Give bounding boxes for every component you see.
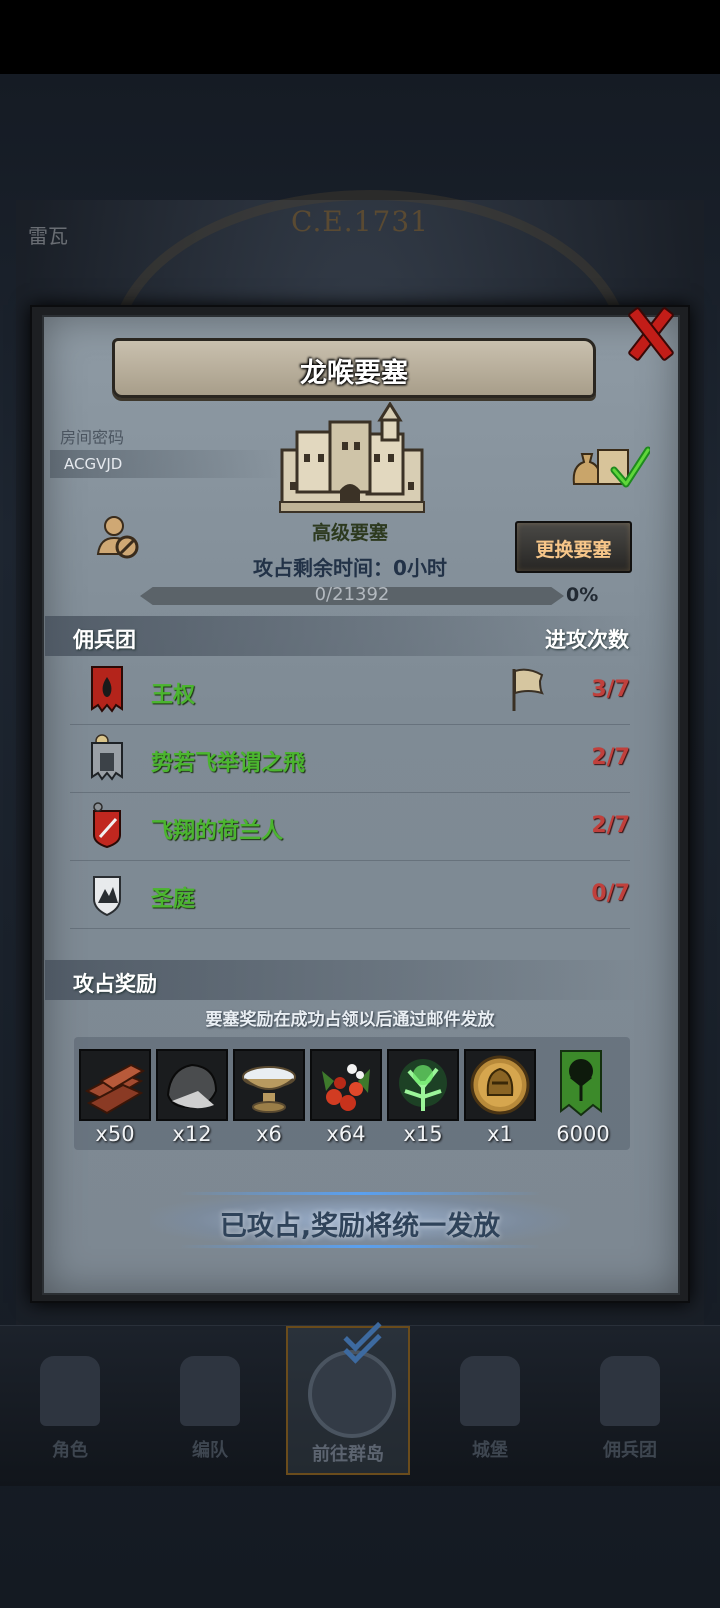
mercenary-name: 圣庭 bbox=[151, 887, 196, 912]
fortress-type: 高级要塞 bbox=[311, 522, 388, 544]
nav-castle[interactable]: 城堡 bbox=[430, 1346, 550, 1471]
helmet-icon bbox=[180, 1356, 240, 1426]
nav-mercenary[interactable]: 佣兵团 bbox=[570, 1346, 690, 1471]
green-crystal-tree-icon bbox=[387, 1049, 459, 1121]
berries-icon bbox=[310, 1049, 382, 1121]
nav-label: 角色 bbox=[52, 1440, 88, 1461]
room-code: ACGVJD bbox=[64, 455, 123, 473]
nav-label: 编队 bbox=[192, 1440, 228, 1461]
attack-count: 3/7 bbox=[591, 677, 630, 702]
dialog-title: 龙喉要塞 bbox=[300, 358, 408, 389]
grey-tower-banner-icon bbox=[91, 734, 123, 781]
reward-item[interactable]: x12 bbox=[156, 1049, 228, 1153]
nav-label: 城堡 bbox=[472, 1440, 508, 1461]
attack-count: 0/7 bbox=[591, 881, 630, 906]
city-label: 雷瓦 bbox=[28, 224, 68, 248]
compass-icon bbox=[308, 1350, 396, 1438]
attack-count-header: 进攻次数 bbox=[545, 628, 629, 652]
close-button[interactable] bbox=[620, 300, 676, 362]
mercenary-icon bbox=[600, 1356, 660, 1426]
knight-icon bbox=[40, 1356, 100, 1426]
nav-label: 佣兵团 bbox=[603, 1440, 657, 1461]
reward-note: 要塞奖励在成功占领以后通过邮件发放 bbox=[205, 1010, 495, 1030]
reward-quantity: x12 bbox=[172, 1122, 212, 1146]
claim-glow-line bbox=[180, 1192, 540, 1195]
no-user-icon[interactable] bbox=[96, 514, 140, 560]
reward-item[interactable]: x6 bbox=[233, 1049, 305, 1153]
mercenary-section-title: 佣兵团 bbox=[73, 628, 136, 652]
mercenary-row[interactable]: 王权 3/7 bbox=[70, 657, 630, 725]
room-password-label: 房间密码 bbox=[60, 428, 125, 447]
mercenary-row[interactable]: 圣庭 0/7 bbox=[70, 861, 630, 929]
nav-character[interactable]: 角色 bbox=[10, 1346, 130, 1471]
reward-quantity: 6000 bbox=[556, 1122, 610, 1146]
reward-item[interactable]: 6000 bbox=[547, 1049, 619, 1153]
red-shield-sword-icon bbox=[93, 802, 121, 849]
mercenary-name: 势若飞举谓之飛 bbox=[151, 751, 306, 776]
reward-section-header: 攻占奖励 bbox=[45, 960, 645, 1000]
claim-status-text: 已攻占,奖励将统一发放 bbox=[219, 1211, 501, 1242]
year-label: C.E.1731 bbox=[291, 205, 429, 238]
mercenary-name: 飞翔的荷兰人 bbox=[151, 819, 284, 844]
reward-quantity: x50 bbox=[95, 1122, 135, 1146]
reward-item[interactable]: x50 bbox=[79, 1049, 151, 1153]
reward-item[interactable]: x64 bbox=[310, 1049, 382, 1153]
wood-logs-icon bbox=[79, 1049, 151, 1121]
reward-item[interactable]: x15 bbox=[387, 1049, 459, 1153]
mercenary-section-header: 佣兵团 进攻次数 bbox=[45, 616, 645, 656]
white-mountain-shield-icon bbox=[93, 876, 121, 917]
attack-count: 2/7 bbox=[591, 745, 630, 770]
reward-section-title: 攻占奖励 bbox=[73, 972, 157, 996]
attack-count: 2/7 bbox=[591, 813, 630, 838]
nav-formation[interactable]: 编队 bbox=[150, 1346, 270, 1471]
change-fortress-button[interactable]: 更换要塞 bbox=[515, 521, 632, 573]
flag-icon bbox=[512, 668, 544, 711]
mercenary-row[interactable]: 势若飞举谓之飛 2/7 bbox=[70, 725, 630, 793]
room-code-bar: ACGVJD bbox=[50, 450, 280, 478]
claim-status-bar: 已攻占,奖励将统一发放 bbox=[150, 1192, 570, 1248]
mercenary-row[interactable]: 飞翔的荷兰人 2/7 bbox=[70, 793, 630, 861]
reward-quantity: x1 bbox=[487, 1122, 513, 1146]
status-bar bbox=[0, 0, 720, 74]
stone-icon bbox=[156, 1049, 228, 1121]
green-tree-banner-icon bbox=[560, 1050, 602, 1117]
claim-glow-line bbox=[180, 1245, 540, 1248]
castle-icon bbox=[279, 402, 425, 513]
reward-quantity: x15 bbox=[403, 1122, 443, 1146]
salt-bowl-icon bbox=[233, 1049, 305, 1121]
chevron-down-icon bbox=[340, 1330, 380, 1360]
nav-label: 前往群岛 bbox=[312, 1444, 384, 1465]
title-banner: 龙喉要塞 bbox=[112, 338, 596, 398]
progress-percent: 0% bbox=[566, 584, 599, 606]
progress-text: 0/21392 bbox=[314, 584, 390, 605]
reward-quantity: x6 bbox=[256, 1122, 282, 1146]
change-fortress-label: 更换要塞 bbox=[535, 539, 612, 561]
mercenary-name: 王权 bbox=[151, 683, 196, 708]
castle-icon bbox=[460, 1356, 520, 1426]
time-remaining: 攻占剩余时间：0小时 bbox=[253, 556, 447, 580]
gold-helmet-medal-icon bbox=[464, 1049, 536, 1121]
reward-quantity: x64 bbox=[326, 1122, 366, 1146]
reward-bag-check-icon[interactable] bbox=[570, 440, 650, 492]
reward-item[interactable]: x1 bbox=[464, 1049, 536, 1153]
red-flame-banner-icon bbox=[91, 666, 123, 713]
